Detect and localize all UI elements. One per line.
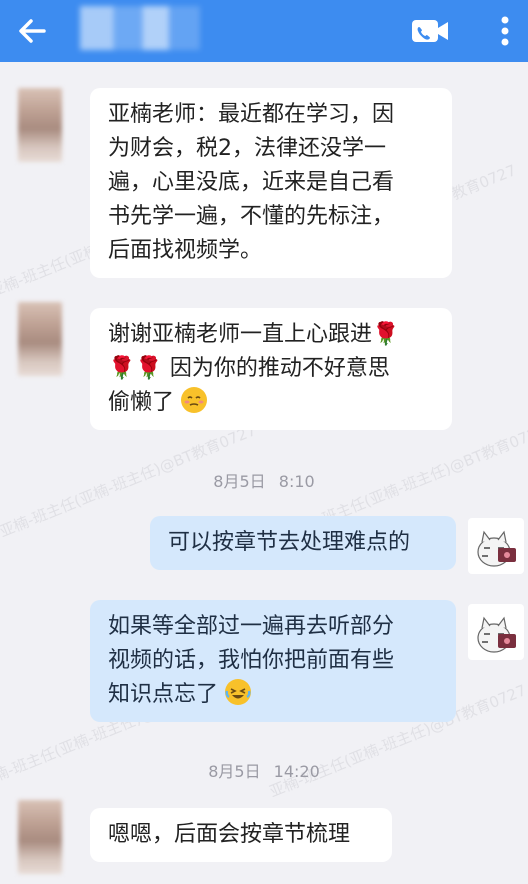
message-text: 因为你的推动不好意思	[169, 356, 390, 381]
message-bubble-outgoing[interactable]: 可以按章节去处理难点的	[150, 516, 456, 570]
message-text: 知识点忘了	[108, 682, 219, 707]
timestamp-time: 8:10	[278, 472, 315, 491]
timestamp-date: 8月5日	[208, 762, 261, 781]
message-text: 谢谢亚楠老师一直上心跟进	[108, 322, 373, 347]
timestamp: 8月5日 14:20	[0, 758, 528, 782]
message-line: 偷懒了	[108, 386, 434, 420]
timestamp: 8月5日 8:10	[0, 468, 528, 492]
cat-avatar-icon	[477, 530, 516, 567]
arrow-left-icon	[19, 19, 46, 43]
message-line: 🌹🌹 因为你的推动不好意思	[108, 352, 434, 386]
message-line: 书先学一遍，不懂的先标注，	[108, 204, 395, 229]
contact-avatar[interactable]	[18, 302, 62, 376]
message-text: 偷懒了	[108, 390, 175, 415]
message-line: 亚楠老师：最近都在学习，因	[108, 102, 395, 127]
message-bubble-incoming[interactable]: 嗯嗯，后面会按章节梳理	[90, 808, 392, 862]
message-line: 遍，心里没底，近来是自己看	[108, 170, 395, 195]
message-line: 谢谢亚楠老师一直上心跟进🌹	[108, 318, 434, 352]
timestamp-date: 8月5日	[213, 472, 266, 491]
rose-icon: 🌹	[372, 322, 400, 347]
message-line: 如果等全部过一遍再去听部分	[108, 614, 395, 639]
back-button[interactable]	[14, 13, 50, 49]
message-line: 视频的话，我怕你把前面有些	[108, 648, 395, 673]
contact-avatar[interactable]	[18, 88, 62, 162]
message-line: 知识点忘了	[108, 678, 438, 712]
my-avatar[interactable]	[468, 518, 524, 574]
message-bubble-incoming[interactable]: 谢谢亚楠老师一直上心跟进🌹 🌹🌹 因为你的推动不好意思 偷懒了	[90, 308, 452, 430]
message-bubble-incoming[interactable]: 亚楠老师：最近都在学习，因 为财会，税2，法律还没学一 遍，心里没底，近来是自己…	[90, 88, 452, 278]
message-line: 可以按章节去处理难点的	[168, 530, 411, 555]
my-avatar[interactable]	[468, 604, 524, 660]
chat-header	[0, 0, 528, 62]
more-options-button[interactable]	[490, 12, 520, 50]
rose-icon: 🌹	[108, 356, 136, 381]
laughing-tears-icon	[225, 679, 252, 705]
video-call-button[interactable]	[410, 16, 450, 46]
cat-avatar-icon	[477, 616, 516, 653]
video-call-icon	[412, 20, 448, 42]
contact-avatar[interactable]	[18, 800, 62, 874]
message-bubble-outgoing[interactable]: 如果等全部过一遍再去听部分 视频的话，我怕你把前面有些 知识点忘了	[90, 600, 456, 722]
embarrassed-face-icon	[181, 387, 208, 413]
message-line: 为财会，税2，法律还没学一	[108, 136, 386, 161]
rose-icon: 🌹	[135, 356, 163, 381]
message-line: 后面找视频学。	[108, 238, 263, 263]
more-vertical-icon	[501, 16, 509, 46]
timestamp-time: 14:20	[273, 762, 320, 781]
message-line: 嗯嗯，后面会按章节梳理	[108, 822, 351, 847]
contact-name-blurred	[80, 6, 200, 50]
